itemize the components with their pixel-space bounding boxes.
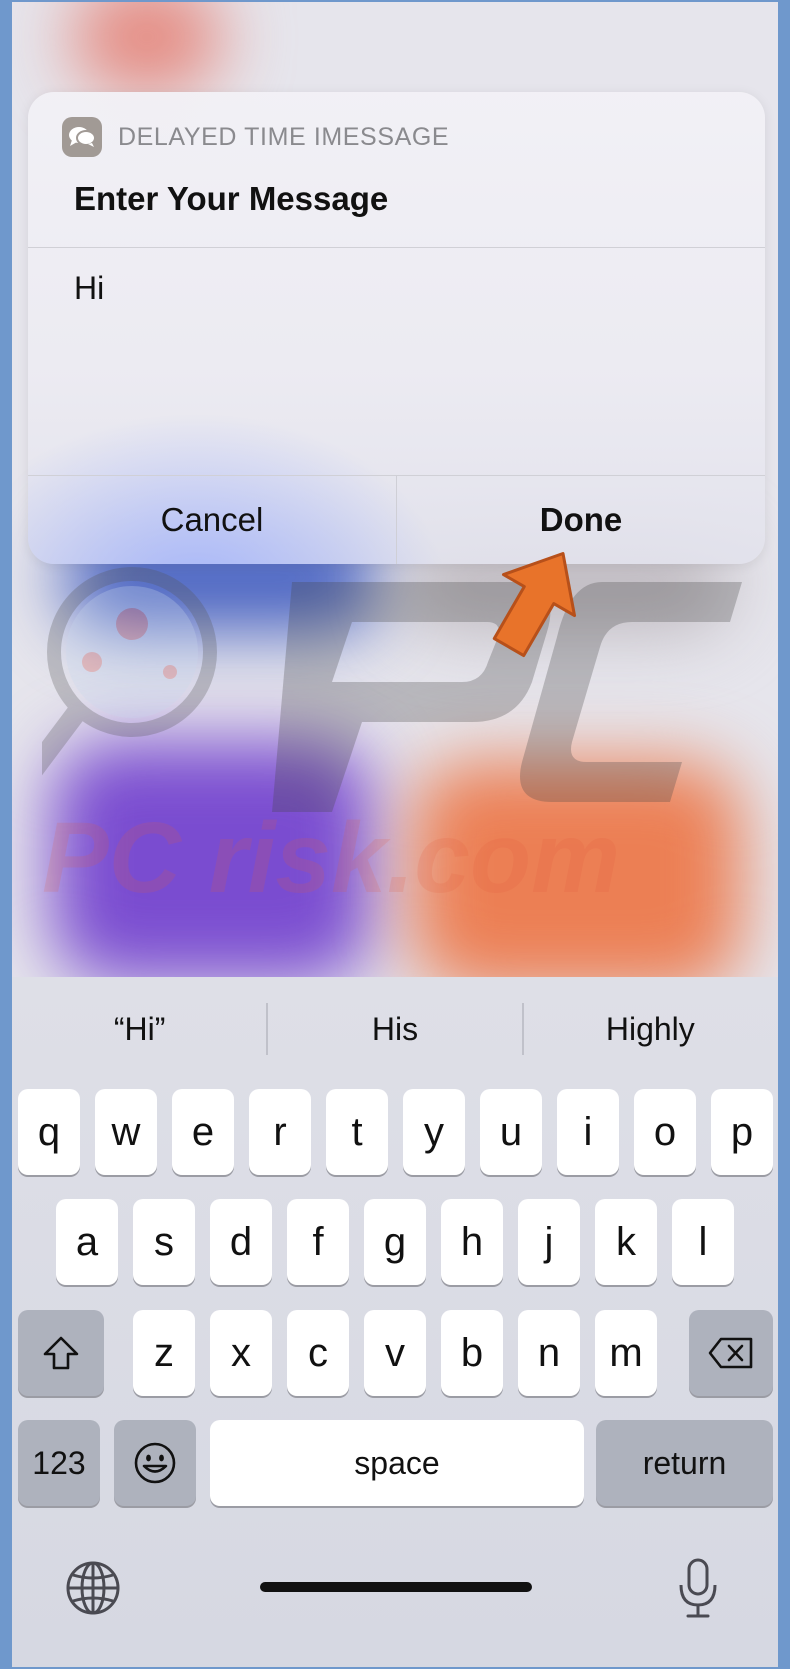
key-m[interactable]: m [595, 1310, 657, 1396]
alert-title: Enter Your Message [74, 180, 389, 217]
suggestion-item[interactable]: His [267, 1011, 522, 1048]
messages-icon [62, 117, 102, 157]
key-z[interactable]: z [133, 1310, 195, 1396]
keyboard: “Hi” His Highly q w e r t y u i o p a s … [12, 977, 778, 1667]
numbers-key[interactable]: 123 [18, 1420, 100, 1506]
phone-screen: PC risk.com DELAYED TIME IMESSAGE Enter … [12, 2, 778, 1667]
return-key[interactable]: return [596, 1420, 773, 1506]
pcrisk-watermark: PC risk.com [42, 567, 742, 914]
arrow-annotation-icon [492, 552, 577, 658]
key-w[interactable]: w [95, 1089, 157, 1175]
key-a[interactable]: a [56, 1199, 118, 1285]
globe-icon[interactable] [64, 1559, 122, 1617]
space-key[interactable]: space [210, 1420, 584, 1506]
microphone-icon[interactable] [676, 1557, 720, 1621]
key-p[interactable]: p [711, 1089, 773, 1175]
key-v[interactable]: v [364, 1310, 426, 1396]
key-h[interactable]: h [441, 1199, 503, 1285]
key-f[interactable]: f [287, 1199, 349, 1285]
shift-key[interactable] [18, 1310, 104, 1396]
alert-app-header: DELAYED TIME IMESSAGE [62, 116, 449, 158]
key-k[interactable]: k [595, 1199, 657, 1285]
key-s[interactable]: s [133, 1199, 195, 1285]
text-input-alert: DELAYED TIME IMESSAGE Enter Your Message… [28, 92, 765, 564]
key-q[interactable]: q [18, 1089, 80, 1175]
message-input[interactable]: Hi [74, 270, 104, 307]
key-d[interactable]: d [210, 1199, 272, 1285]
key-b[interactable]: b [441, 1310, 503, 1396]
key-g[interactable]: g [364, 1199, 426, 1285]
suggestion-item[interactable]: Highly [523, 1011, 778, 1048]
watermark-text: PC risk.com [42, 802, 620, 914]
suggestion-divider [522, 1003, 524, 1055]
key-u[interactable]: u [480, 1089, 542, 1175]
key-j[interactable]: j [518, 1199, 580, 1285]
emoji-key[interactable] [114, 1420, 196, 1506]
alert-app-name: DELAYED TIME IMESSAGE [118, 122, 450, 151]
key-y[interactable]: y [403, 1089, 465, 1175]
key-n[interactable]: n [518, 1310, 580, 1396]
emoji-icon [134, 1442, 176, 1484]
home-indicator[interactable] [260, 1582, 532, 1592]
key-c[interactable]: c [287, 1310, 349, 1396]
key-r[interactable]: r [249, 1089, 311, 1175]
predictive-bar: “Hi” His Highly [12, 977, 778, 1082]
key-i[interactable]: i [557, 1089, 619, 1175]
alert-buttons: Cancel Done [28, 475, 765, 564]
suggestion-divider [266, 1003, 268, 1055]
shift-icon [43, 1336, 79, 1370]
divider [28, 247, 765, 248]
background-blur [72, 2, 222, 92]
suggestion-item[interactable]: “Hi” [12, 1011, 267, 1048]
delete-icon [708, 1337, 753, 1369]
key-x[interactable]: x [210, 1310, 272, 1396]
key-e[interactable]: e [172, 1089, 234, 1175]
key-o[interactable]: o [634, 1089, 696, 1175]
delete-key[interactable] [689, 1310, 773, 1396]
key-t[interactable]: t [326, 1089, 388, 1175]
cancel-button[interactable]: Cancel [28, 475, 396, 564]
key-l[interactable]: l [672, 1199, 734, 1285]
